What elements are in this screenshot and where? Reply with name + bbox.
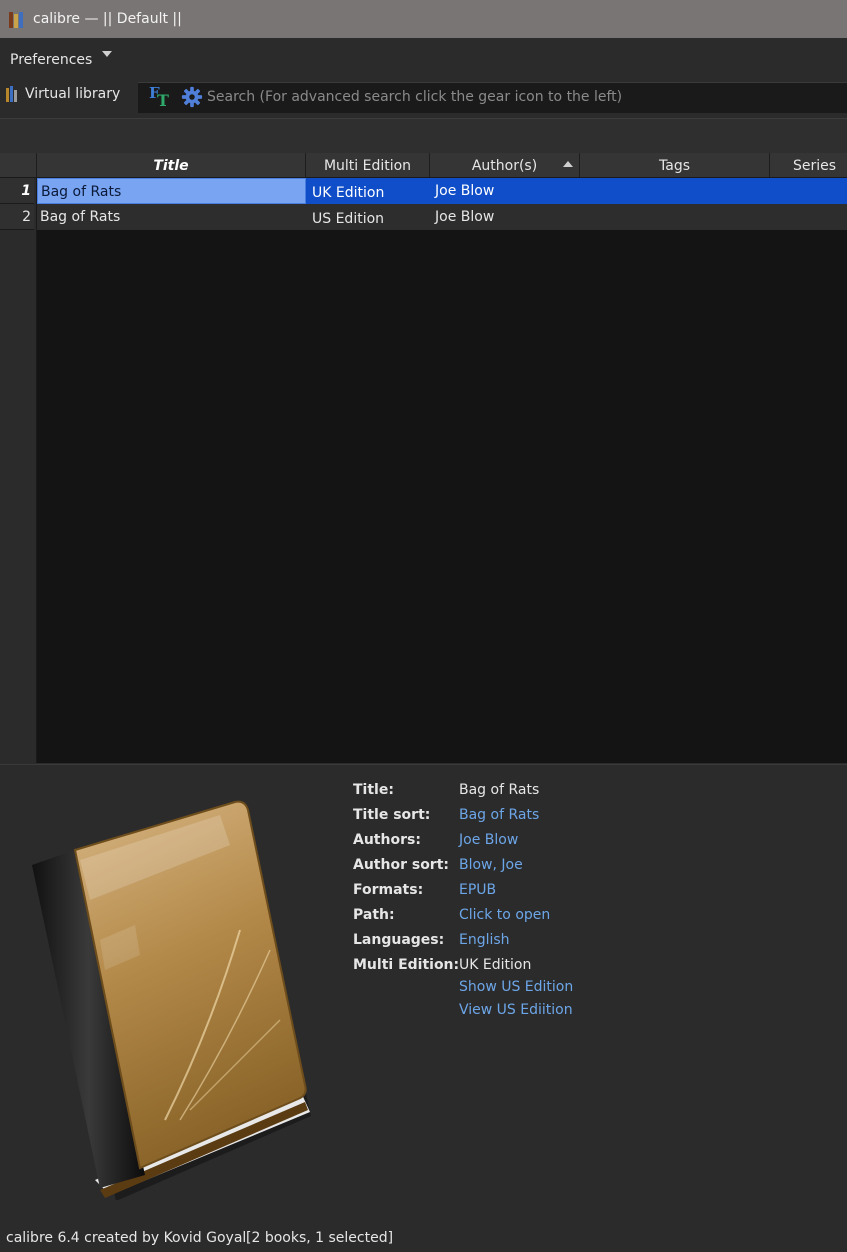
row-number-header [0, 153, 37, 177]
cell-authors[interactable]: Joe Blow [430, 204, 580, 230]
book-table [37, 178, 847, 763]
cell-multi-edition[interactable]: UK Edition [306, 180, 430, 206]
languages-label: Languages: [353, 932, 445, 948]
books-icon [6, 86, 21, 102]
languages-link[interactable]: English [459, 932, 510, 948]
gear-icon[interactable] [181, 86, 203, 108]
status-bar: calibre 6.4 created by Kovid Goyal [2 bo… [0, 1224, 847, 1252]
sort-ascending-icon [563, 161, 573, 167]
title-sort-label: Title sort: [353, 807, 431, 823]
view-us-edition-link[interactable]: View US Ediition [459, 1002, 573, 1018]
path-link[interactable]: Click to open [459, 907, 550, 923]
menubar [0, 38, 847, 80]
title-value: Bag of Rats [459, 782, 540, 798]
toolbar [0, 118, 847, 154]
window-title: calibre — || Default || [33, 11, 182, 27]
cell-tags[interactable] [580, 204, 770, 230]
cell-series[interactable] [770, 204, 847, 230]
row-number-gutter [0, 178, 37, 763]
row-number[interactable]: 2 [0, 204, 34, 230]
path-label: Path: [353, 907, 395, 923]
column-header-title[interactable]: Title [37, 153, 306, 177]
table-header: Title Multi Edition Author(s) Tags Serie… [0, 153, 847, 178]
search-input[interactable] [207, 84, 837, 110]
column-header-authors-label: Author(s) [471, 158, 538, 174]
column-header-authors[interactable]: Author(s) [430, 153, 580, 177]
title-label: Title: [353, 782, 394, 798]
cell-multi-edition[interactable]: US Edition [306, 206, 430, 232]
column-header-series[interactable]: Series [770, 153, 847, 177]
status-book-count: [2 books, 1 selected] [246, 1230, 394, 1246]
cell-title[interactable]: Bag of Rats [37, 204, 306, 230]
status-credit: calibre 6.4 created by Kovid Goyal [6, 1230, 247, 1246]
author-sort-link[interactable]: Blow, Joe [459, 857, 523, 873]
cell-tags[interactable] [580, 178, 770, 204]
formats-label: Formats: [353, 882, 424, 898]
cell-series[interactable] [770, 178, 847, 204]
preferences-label: Preferences [10, 52, 93, 68]
column-header-tags[interactable]: Tags [580, 153, 770, 177]
author-sort-label: Author sort: [353, 857, 450, 873]
virtual-library-label: Virtual library [25, 86, 121, 102]
virtual-library-button[interactable]: Virtual library [6, 86, 120, 102]
column-header-multi-edition[interactable]: Multi Edition [306, 153, 430, 177]
authors-label: Authors: [353, 832, 421, 848]
formats-link[interactable]: EPUB [459, 882, 496, 898]
chevron-down-icon [102, 51, 113, 57]
multi-edition-value: UK Edition [459, 957, 532, 973]
table-row[interactable]: 2 Bag of Rats US Edition Joe Blow [0, 204, 847, 230]
multi-edition-label: Multi Edition: [353, 957, 460, 973]
table-row[interactable]: 1 Bag of Rats UK Edition Joe Blow [0, 178, 847, 204]
preferences-menu[interactable]: Preferences [10, 51, 113, 68]
full-text-search-icon[interactable]: FT [148, 84, 172, 110]
book-cover-icon[interactable] [20, 790, 320, 1200]
show-us-edition-link[interactable]: Show US Edition [459, 979, 573, 995]
title-sort-link[interactable]: Bag of Rats [459, 807, 539, 823]
authors-link[interactable]: Joe Blow [459, 832, 518, 848]
cell-authors[interactable]: Joe Blow [430, 178, 580, 204]
cell-title[interactable]: Bag of Rats [37, 178, 306, 204]
row-number[interactable]: 1 [0, 178, 34, 204]
calibre-books-icon [9, 10, 27, 28]
window-titlebar: calibre — || Default || [0, 0, 847, 38]
